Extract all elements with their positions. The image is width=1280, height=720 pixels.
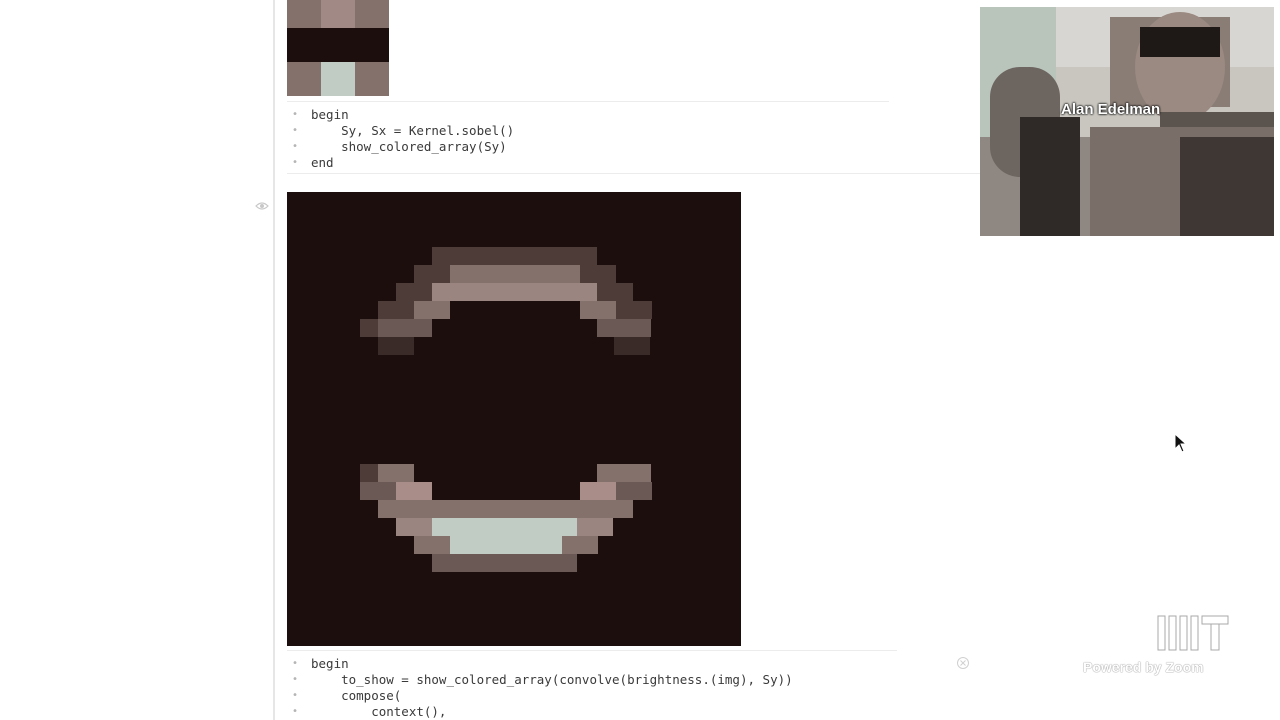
mouse-cursor-icon (1174, 433, 1188, 453)
convolution-output-image (287, 192, 741, 646)
code-text: context(), (311, 704, 447, 719)
code-text: show_colored_array(Sy) (311, 139, 507, 154)
code-text: begin (311, 107, 349, 122)
code-text: compose( (311, 688, 402, 703)
speaker-video (980, 7, 1274, 236)
eye-icon[interactable] (255, 199, 269, 213)
mit-logo-icon (1157, 615, 1229, 651)
speaker-name: Alan Edelman (1061, 101, 1161, 118)
code-text: to_show = show_colored_array(convolve(br… (311, 672, 793, 687)
kernel-output-image (287, 0, 389, 96)
speaker-video-frame (980, 7, 1274, 236)
code-text: Sy, Sx = Kernel.sobel() (311, 123, 515, 138)
close-cell-icon[interactable] (956, 656, 970, 670)
cell-divider (287, 101, 889, 102)
code-text: end (311, 155, 334, 170)
cell-divider (287, 173, 987, 174)
powered-by-zoom: Powered by Zoom (1083, 659, 1204, 675)
notebook-border (273, 0, 275, 720)
code-text: begin (311, 656, 349, 671)
cell-divider (287, 650, 897, 651)
